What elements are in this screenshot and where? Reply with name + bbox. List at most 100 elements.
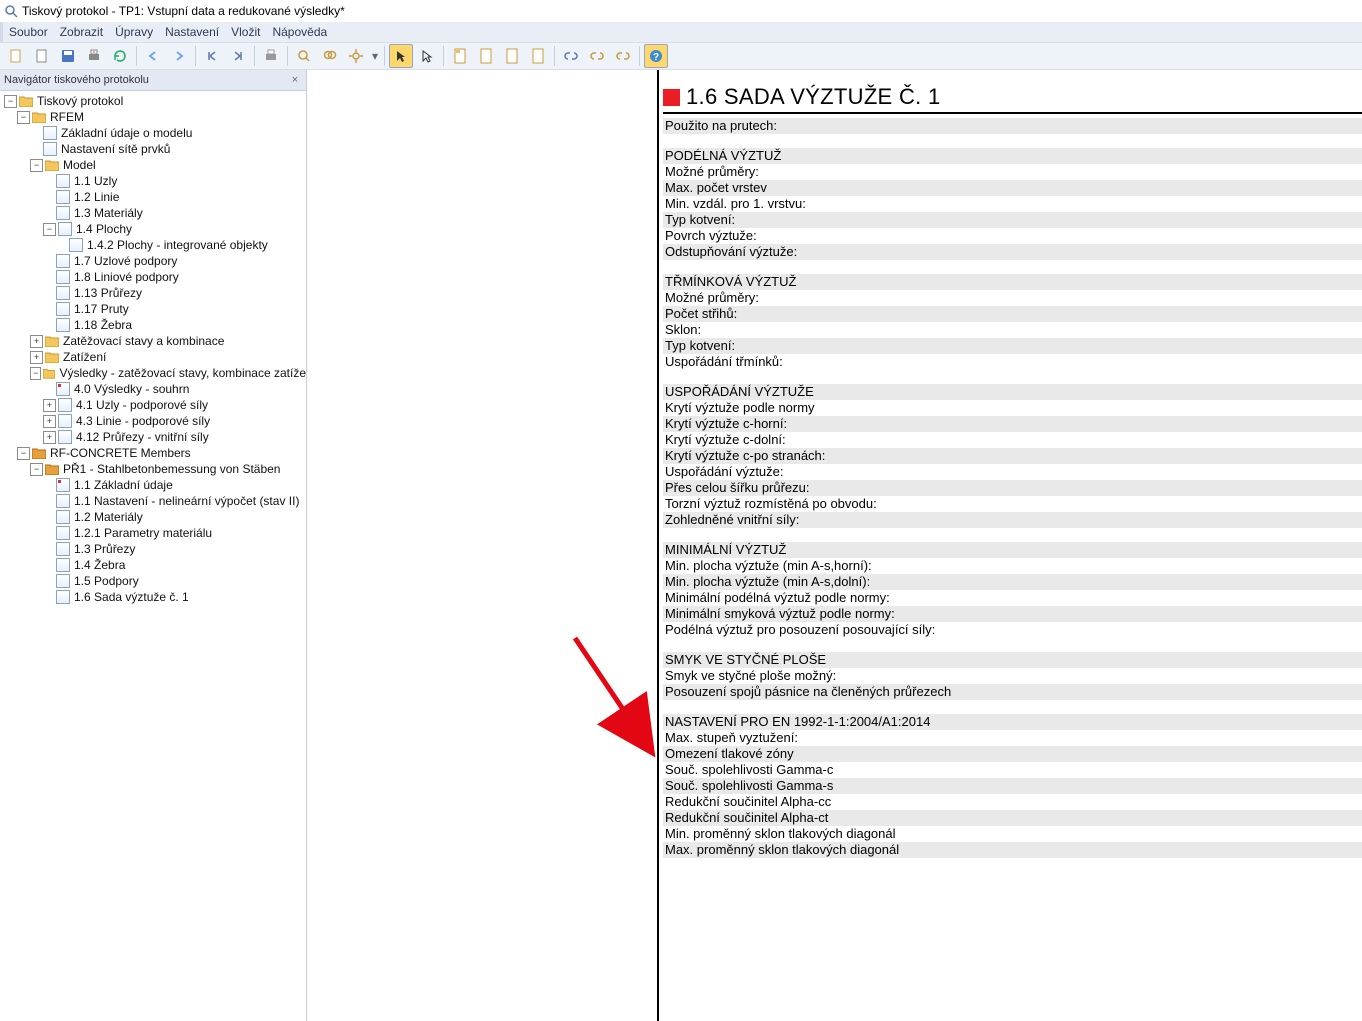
tree-item[interactable]: +4.3 Linie - podporové síly [4,413,306,429]
menu-zobrazit[interactable]: Zobrazit [60,25,103,39]
tb-first-icon[interactable] [200,44,224,68]
tb-new-icon[interactable] [4,44,28,68]
tb-refresh-icon[interactable] [108,44,132,68]
menu-upravy[interactable]: Úpravy [115,25,153,39]
document-preview: 1.6 SADA VÝZTUŽE Č. 1 Použito na prutech… [307,70,1362,1021]
tree-item[interactable]: 1.7 Uzlové podpory [4,253,306,269]
menu-bar: Soubor Zobrazit Úpravy Nastavení Vložit … [0,22,1362,42]
tree-item[interactable]: 1.18 Žebra [4,317,306,333]
doc-line: Redukční součinitel Alpha-cc [663,794,1362,810]
doc-line: Uspořádání výztuže: [663,464,1362,480]
doc-line: Počet střihů: [663,306,1362,322]
tb-next-icon[interactable] [167,44,191,68]
tree-item[interactable]: 1.13 Průřezy [4,285,306,301]
doc-line: Min. plocha výztuže (min A-s,dolní): [663,574,1362,590]
doc-line: Odstupňování výztuže: [663,244,1362,260]
heading-text: 1.6 SADA VÝZTUŽE Č. 1 [686,84,941,110]
tb-gear-icon[interactable] [344,44,368,68]
title-bar: Tiskový protokol - TP1: Vstupní data a r… [0,0,1362,22]
tb-printer-icon[interactable] [259,44,283,68]
tree-item[interactable]: 1.2 Linie [4,189,306,205]
doc-line: Uspořádání třmínků: [663,354,1362,370]
tree-item[interactable]: 1.8 Liniové podpory [4,269,306,285]
menu-napoveda[interactable]: Nápověda [272,25,327,39]
tb-link2-icon[interactable] [585,44,609,68]
tree-item[interactable]: 1.1 Uzly [4,173,306,189]
tb-find2-icon[interactable] [318,44,342,68]
doc-line: Souč. spolehlivosti Gamma-s [663,778,1362,794]
tree-item[interactable]: 4.0 Výsledky - souhrn [4,381,306,397]
doc-subheading: SMYK VE STYČNÉ PLOŠE [663,652,1362,668]
doc-line: Max. proměnný sklon tlakových diagonál [663,842,1362,858]
tb-help-icon[interactable]: ? [644,44,668,68]
doc-subheading: USPOŘÁDÁNÍ VÝZTUŽE [663,384,1362,400]
tb-cursor2-icon[interactable] [415,44,439,68]
doc-line: Smyk ve styčné ploše možný: [663,668,1362,684]
doc-line: Souč. spolehlivosti Gamma-c [663,762,1362,778]
doc-line: Min. vzdál. pro 1. vrstvu: [663,196,1362,212]
dropdown-arrow-icon[interactable]: ▾ [372,49,378,63]
tree-rfem[interactable]: −RFEM [4,109,306,125]
close-icon[interactable]: × [288,73,302,87]
tree-item[interactable]: 1.4.2 Plochy - integrované objekty [4,237,306,253]
tree-item[interactable]: +Zatěžovací stavy a kombinace [4,333,306,349]
tree-item[interactable]: −Výsledky - zatěžovací stavy, kombinace … [4,365,306,381]
menu-soubor[interactable]: Soubor [9,25,48,39]
tb-doc1-icon[interactable] [448,44,472,68]
doc-line: Omezení tlakové zóny [663,746,1362,762]
doc-line: Sklon: [663,322,1362,338]
doc-line: Krytí výztuže c-horní: [663,416,1362,432]
tb-cursor-icon[interactable] [389,44,413,68]
tree-item[interactable]: Nastavení sítě prvků [4,141,306,157]
tree-item[interactable]: 1.1 Nastavení - nelineární výpočet (stav… [4,493,306,509]
tree-item[interactable]: 1.1 Základní údaje [4,477,306,493]
doc-line: Použito na prutech: [663,118,1362,134]
navigator-panel: Navigátor tiskového protokolu × −Tiskový… [0,70,307,1021]
tb-find-icon[interactable] [292,44,316,68]
doc-line: Max. počet vrstev [663,180,1362,196]
tree-item[interactable]: 1.4 Žebra [4,557,306,573]
tb-link1-icon[interactable] [559,44,583,68]
tree-item[interactable]: Základní údaje o modelu [4,125,306,141]
tree-root[interactable]: −Tiskový protokol [4,93,306,109]
tree-item[interactable]: 1.17 Pruty [4,301,306,317]
tree-rfc[interactable]: −RF-CONCRETE Members [4,445,306,461]
menu-nastaveni[interactable]: Nastavení [165,25,219,39]
doc-line: Možné průměry: [663,164,1362,180]
tb-doc4-icon[interactable] [526,44,550,68]
tree-item[interactable]: 1.2 Materiály [4,509,306,525]
doc-line: Max. stupeň vyztužení: [663,730,1362,746]
tree-item[interactable]: +4.1 Uzly - podporové síly [4,397,306,413]
tb-doc2-icon[interactable] [474,44,498,68]
tb-print-icon[interactable] [82,44,106,68]
tree-item[interactable]: +Zatížení [4,349,306,365]
navigator-title: Navigátor tiskového protokolu [4,74,149,86]
tree-item[interactable]: −1.4 Plochy [4,221,306,237]
app-icon [4,4,18,18]
tree-model[interactable]: −Model [4,157,306,173]
doc-line: Min. plocha výztuže (min A-s,horní): [663,558,1362,574]
tree-item[interactable]: 1.6 Sada výztuže č. 1 [4,589,306,605]
tb-save-icon[interactable] [56,44,80,68]
tb-doc3-icon[interactable] [500,44,524,68]
tree-item[interactable]: 1.5 Podpory [4,573,306,589]
tree-item[interactable]: 1.3 Průřezy [4,541,306,557]
doc-line: Zohledněné vnitřní síly: [663,512,1362,528]
menu-vlozit[interactable]: Vložit [231,25,260,39]
doc-line: Torzní výztuž rozmístěná po obvodu: [663,496,1362,512]
doc-line: Možné průměry: [663,290,1362,306]
tree-item[interactable]: 1.2.1 Parametry materiálu [4,525,306,541]
tree-item[interactable]: 1.3 Materiály [4,205,306,221]
tb-link3-icon[interactable] [611,44,635,68]
doc-line: Krytí výztuže c-po stranách: [663,448,1362,464]
tree-item[interactable]: +4.12 Průřezy - vnitřní síly [4,429,306,445]
tb-prev-icon[interactable] [141,44,165,68]
doc-line: Posouzení spojů pásnice na členěných prů… [663,684,1362,700]
navigator-tree[interactable]: −Tiskový protokol −RFEM Základní údaje o… [0,91,306,1021]
section-heading: 1.6 SADA VÝZTUŽE Č. 1 [663,84,1362,114]
doc-line: Redukční součinitel Alpha-ct [663,810,1362,826]
tb-last-icon[interactable] [226,44,250,68]
doc-line: Min. proměnný sklon tlakových diagonál [663,826,1362,842]
tb-open-icon[interactable] [30,44,54,68]
tree-pr1[interactable]: −PŘ1 - Stahlbetonbemessung von Stäben [4,461,306,477]
